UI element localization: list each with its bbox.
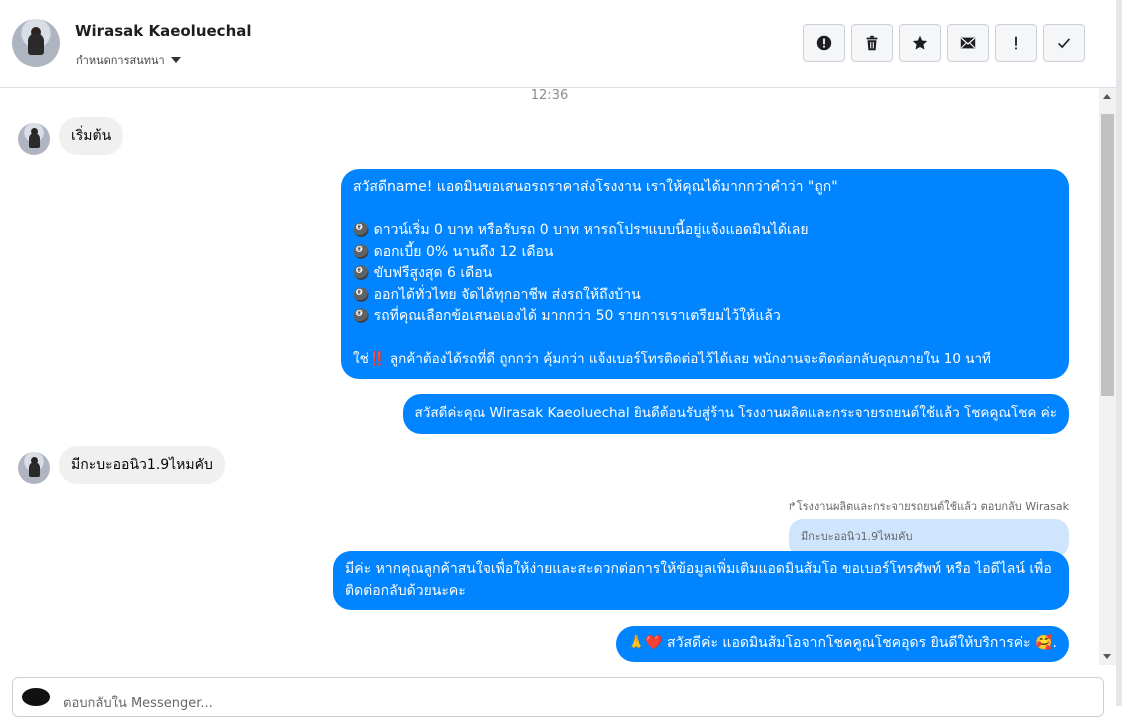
page-avatar bbox=[22, 688, 50, 706]
spam-icon bbox=[816, 35, 832, 51]
panel-divider bbox=[1116, 0, 1122, 706]
check-icon bbox=[1058, 38, 1071, 49]
message-line-bullet: 🎱 ออกได้ทั่วไทย จัดได้ทุกอาชีพ ส่งรถให้ถ… bbox=[353, 286, 641, 303]
contact-avatar-small bbox=[18, 123, 50, 155]
outgoing-message[interactable]: มีค่ะ หากคุณลูกค้าสนใจเพื่อให้ง่ายและสะด… bbox=[333, 551, 1069, 610]
outgoing-message[interactable]: สวัสดีname! แอดมินขอเสนอรถราคาส่งโรงงาน … bbox=[341, 169, 1069, 379]
star-button[interactable] bbox=[899, 24, 941, 62]
caret-down-icon bbox=[170, 57, 181, 63]
reply-input-placeholder[interactable]: ตอบกลับใน Messenger... bbox=[63, 692, 213, 713]
reply-context: ↱โรงงานผลิตและกระจายรถยนต์ใช้แล้ว ตอบกลั… bbox=[787, 500, 1069, 513]
label-dropdown-text: กำหนดการสนทนา bbox=[76, 54, 165, 67]
delete-button[interactable] bbox=[851, 24, 893, 62]
conversation-header: Wirasak Kaeoluechal กำหนดการสนทนา bbox=[0, 0, 1116, 88]
message-timestamp: 12:36 bbox=[530, 88, 569, 103]
trash-icon bbox=[866, 35, 878, 51]
message-line: ใช่‼️ ลูกค้าต้องได้รถที่ดี ถูกกว่า คุ้มก… bbox=[353, 351, 991, 367]
outgoing-message[interactable]: 🙏❤️ สวัสดีค่ะ แอดมินส้มโอจากโชคคูณโชคอุด… bbox=[615, 626, 1069, 662]
action-toolbar bbox=[803, 24, 1085, 62]
scrollbar-thumb[interactable] bbox=[1101, 114, 1114, 396]
incoming-message[interactable]: เริ่มต้น bbox=[59, 117, 124, 155]
outgoing-message[interactable]: สวัสดีค่ะคุณ Wirasak Kaeoluechal ยินดีต้… bbox=[402, 394, 1069, 434]
incoming-message[interactable]: มีกะบะออนิว1.9ไหมคับ bbox=[59, 446, 225, 484]
star-icon bbox=[912, 35, 928, 50]
label-dropdown[interactable]: กำหนดการสนทนา bbox=[76, 51, 181, 69]
contact-avatar[interactable] bbox=[12, 19, 60, 67]
contact-avatar-small bbox=[18, 452, 50, 484]
contact-name[interactable]: Wirasak Kaeoluechal bbox=[75, 22, 252, 40]
message-line-bullet: 🎱 ขับฟรีสูงสุด 6 เดือน bbox=[353, 265, 493, 281]
envelope-icon bbox=[960, 37, 976, 49]
mark-spam-button[interactable] bbox=[803, 24, 845, 62]
mark-important-button[interactable] bbox=[995, 24, 1037, 62]
message-line: สวัสดีname! แอดมินขอเสนอรถราคาส่งโรงงาน … bbox=[353, 179, 838, 195]
scroll-up-icon[interactable] bbox=[1103, 94, 1111, 99]
message-line-bullet: 🎱 รถที่คุณเลือกข้อเสนอเองได้ มากกว่า 50 … bbox=[353, 308, 781, 324]
reply-composer[interactable]: ตอบกลับใน Messenger... bbox=[12, 677, 1104, 717]
important-icon bbox=[1015, 36, 1017, 50]
message-line-bullet: 🎱 ดอกเบี้ย 0% นานถึง 12 เดือน bbox=[353, 243, 554, 260]
mark-unread-button[interactable] bbox=[947, 24, 989, 62]
message-line-bullet: 🎱 ดาวน์เริ่ม 0 บาท หรือรับรถ 0 บาท หารถโ… bbox=[353, 222, 809, 238]
scroll-down-icon[interactable] bbox=[1103, 654, 1111, 659]
scrollbar[interactable] bbox=[1099, 88, 1116, 665]
mark-done-button[interactable] bbox=[1043, 24, 1085, 62]
